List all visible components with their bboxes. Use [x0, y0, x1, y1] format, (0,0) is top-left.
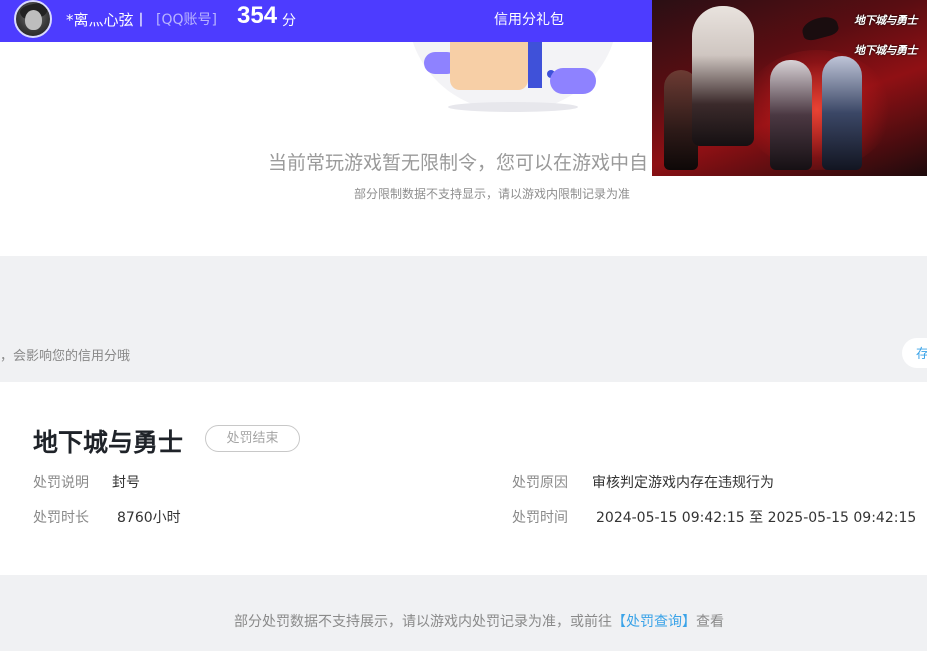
account-type: [QQ账号]	[156, 12, 217, 28]
notice-band	[0, 256, 927, 382]
notice-pill-label: 存	[916, 347, 927, 362]
penalty-desc-value: 封号	[112, 475, 140, 491]
game-logo: 地下城与勇士	[854, 14, 918, 27]
game-banner-image[interactable]: 地下城与勇士 地下城与勇士	[652, 0, 927, 176]
cloud-icon	[550, 68, 596, 94]
penalty-desc-label: 处罚说明	[33, 475, 89, 491]
illustration-shadow	[448, 102, 578, 112]
credit-score-unit: 分	[282, 13, 296, 29]
empty-state-subtitle: 部分限制数据不支持显示，请以游戏内限制记录为准	[354, 187, 631, 201]
footer-text-after: 查看	[696, 614, 724, 630]
empty-state-illustration	[400, 42, 620, 114]
penalty-reason-label: 处罚原因	[512, 475, 568, 491]
avatar[interactable]	[14, 0, 52, 38]
game-logo: 地下城与勇士	[854, 44, 918, 57]
credit-score: 354	[237, 2, 278, 29]
empty-state-title: 当前常玩游戏暂无限制令，您可以在游戏中自	[268, 152, 649, 174]
banner-glow	[742, 50, 892, 170]
notice-text: ，会影响您的信用分哦	[0, 349, 131, 364]
dragon-silhouette	[800, 13, 840, 43]
box-icon	[450, 42, 528, 90]
notice-pill-button[interactable]: 存	[902, 338, 927, 368]
footer-text-before: 部分处罚数据不支持展示，请以游戏内处罚记录为准，或前往	[234, 614, 612, 630]
penalty-game-name: 地下城与勇士	[33, 428, 184, 457]
credit-gift-link[interactable]: 信用分礼包	[494, 9, 564, 29]
avatar-face	[25, 10, 42, 30]
username: *离灬心弦丨	[66, 11, 149, 29]
penalty-time-value: 2024-05-15 09:42:15 至 2025-05-15 09:42:1…	[596, 510, 917, 526]
hero-figure	[770, 60, 812, 170]
penalty-query-link[interactable]: 【处罚查询】	[612, 614, 696, 630]
penalty-status-badge: 处罚结束	[205, 425, 300, 452]
penalty-duration-value: 8760小时	[117, 510, 181, 526]
footer-notice: 部分处罚数据不支持展示，请以游戏内处罚记录为准，或前往【处罚查询】查看	[234, 611, 724, 631]
penalty-reason-value: 审核判定游戏内存在违规行为	[592, 475, 774, 491]
hero-figure-main	[692, 6, 754, 146]
box-side-icon	[528, 42, 542, 88]
penalty-time-label: 处罚时间	[512, 510, 568, 526]
hero-figure	[822, 56, 862, 170]
penalty-duration-label: 处罚时长	[33, 510, 89, 526]
